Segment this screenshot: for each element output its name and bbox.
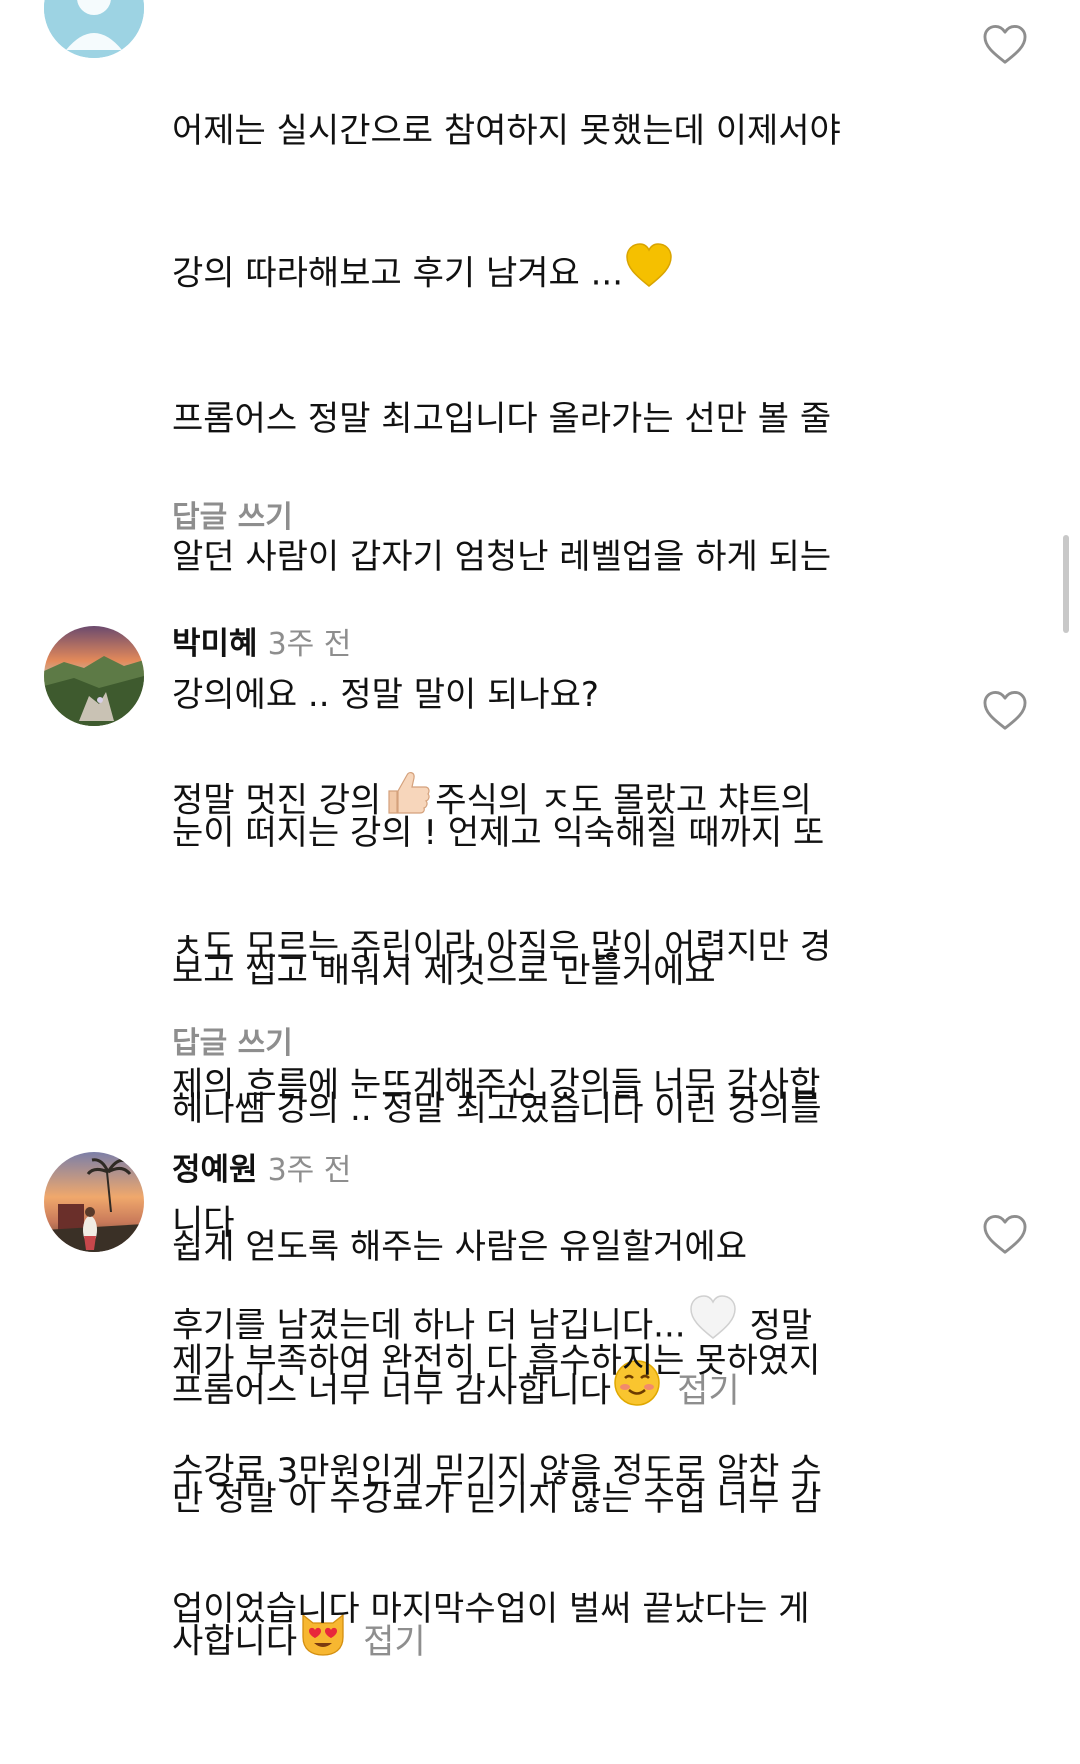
heart-outline-icon[interactable] [982,690,1028,732]
author-name[interactable]: 정예원 [172,1152,258,1188]
heart-outline-icon[interactable] [982,1214,1028,1256]
comment-line: 수강료 3만원인게 믿기지 않을 정도로 알찬 수 [172,1451,822,1491]
yellow-heart-emoji [625,243,673,301]
white-heart-emoji [688,1295,738,1353]
scrollbar[interactable] [1063,535,1069,633]
comment-line: 프롬어스 정말 최고입니다 올라가는 선만 볼 줄 [172,399,832,439]
comment-header: 박미혜 3주 전 [172,624,351,665]
thumbs-up-emoji [383,769,433,829]
avatar[interactable] [44,626,144,726]
avatar[interactable] [44,1152,144,1252]
default-profile-icon [44,0,144,58]
comment-line: 업이었습니다 마지막수업이 벌써 끝났다는 게 [172,1589,810,1629]
comment-line: 제의 흐름에 눈뜨게해주신 강의들 너무 감사합 [172,1065,821,1105]
mountain-photo-icon [44,626,144,726]
comment-header: 정예원 3주 전 [172,1150,351,1191]
heart-outline-icon[interactable] [982,24,1028,66]
sunset-photo-icon [44,1152,144,1252]
reply-button[interactable]: 답글 쓰기 [172,492,293,536]
reply-button[interactable]: 답글 쓰기 [172,1018,293,1062]
comment-line: 정말 멋진 강의 [172,780,382,821]
comment-line: ㅊ도 모르는 주린이라 아직은 많이 어렵지만 경 [172,927,832,967]
avatar[interactable] [44,0,144,58]
comment-line: 어제는 실시간으로 참여하지 못했는데 이제서야 [172,111,841,151]
comment-line: 알던 사람이 갑자기 엄청난 레벨업을 하게 되는 [172,537,832,577]
comment-text: 후기를 남겼는데 하나 더 남깁니다... 정말 수강료 3만원인게 믿기지 않… [172,1206,892,1724]
comment-line: 강의 따라해보고 후기 남겨요 ... [172,253,624,294]
comment-line: 주식의 ㅈ도 몰랐고 챠트의 [435,780,812,821]
timestamp: 3주 전 [267,627,352,662]
timestamp: 3주 전 [267,1153,352,1188]
comment-line: 정말 [749,1305,813,1346]
comment-line: 후기를 남겼는데 하나 더 남깁니다... [172,1305,686,1346]
author-name[interactable]: 박미혜 [172,626,258,662]
